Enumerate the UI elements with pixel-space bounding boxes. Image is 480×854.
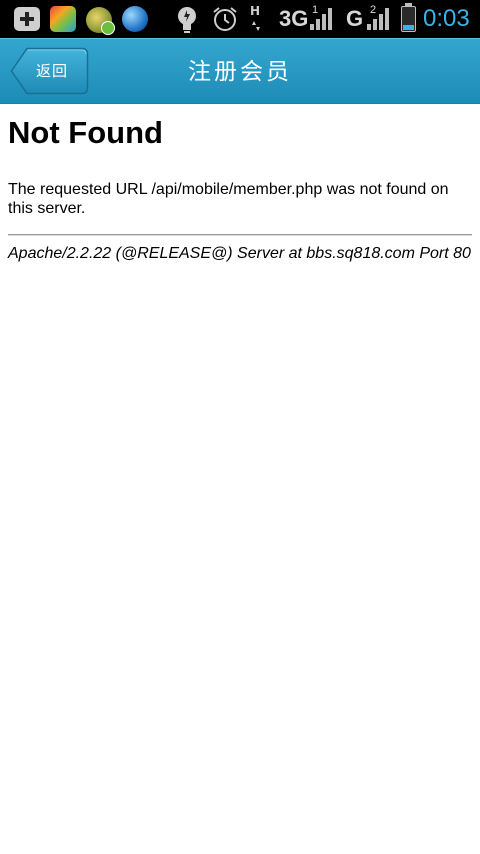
network-type-3g: 3G (279, 6, 309, 31)
app-icon (50, 6, 76, 32)
divider (8, 234, 472, 236)
header-bar: 返回 注册会员 (0, 38, 480, 104)
network-type-g: G (346, 6, 364, 31)
bulb-icon (178, 7, 196, 33)
signal-bars-icon (365, 8, 389, 30)
battery-icon (401, 3, 416, 32)
status-bar: H 3G 1 G 2 0:03 (0, 0, 480, 38)
server-signature: Apache/2.2.22 (@RELEASE@) Server at bbs.… (8, 245, 471, 262)
globe-icon (122, 6, 148, 32)
alarm-icon (213, 7, 237, 31)
clock: 0:03 (423, 5, 470, 32)
page-header-title: 注册会员 (188, 59, 292, 85)
page-content: Not Found The requested URL /api/mobile/… (8, 104, 472, 264)
error-title: Not Found (8, 115, 163, 150)
signal-bars-icon (308, 8, 332, 30)
app-icon (86, 7, 115, 35)
error-message: The requested URL /api/mobile/member.php… (8, 181, 449, 217)
add-icon (14, 7, 40, 31)
data-arrows-icon (252, 21, 260, 31)
